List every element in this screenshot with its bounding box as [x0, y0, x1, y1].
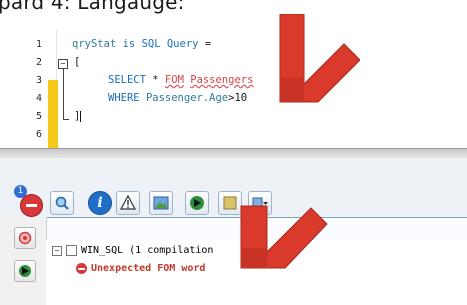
tree-root-label: WIN_SQL (1 compilation [81, 245, 214, 256]
table-name: Passengers [190, 74, 254, 86]
error-token: FOM [164, 74, 184, 86]
code-line-4[interactable]: WHERE Passenger.Age>10 [108, 92, 247, 104]
keyword-select: SELECT [108, 74, 146, 86]
run-button[interactable] [185, 191, 209, 215]
search-icon [55, 196, 69, 210]
warning-button[interactable] [116, 191, 140, 215]
annotation-arrow-top [279, 14, 360, 103]
go-icon [19, 265, 31, 277]
code-line-1[interactable]: qryStat is SQL Query = [72, 38, 211, 50]
line-number: 5 [35, 111, 42, 122]
go-icon [190, 196, 204, 210]
stop-button[interactable] [14, 227, 36, 249]
type-name: SQL Query [141, 38, 199, 50]
image-button[interactable] [149, 191, 173, 215]
stop-icon [18, 231, 32, 245]
changed-lines-marker [48, 80, 58, 156]
caption-text: pard 4: Langauge: [0, 0, 185, 14]
line-number: 4 [35, 93, 42, 104]
picture-icon [153, 196, 169, 210]
keyword-is: is [122, 38, 136, 50]
side-toolbar [0, 217, 47, 305]
error-message: Unexpected FOM word [91, 263, 206, 274]
compilation-errors-pane: 1 i − WIN_SQL (1 compilation Unexpected … [0, 158, 467, 305]
code-line-3[interactable]: SELECT * FOM Passengers [108, 74, 253, 86]
code-editor[interactable]: 1 2 3 4 5 6 − qryStat is SQL Query = [ S… [0, 30, 467, 156]
partial-caption: pard 4: Langauge: [0, 0, 467, 14]
line-number: 6 [35, 129, 42, 140]
warning-icon [120, 195, 136, 210]
search-button[interactable] [50, 191, 74, 215]
tree-root-row[interactable]: − WIN_SQL (1 compilation [52, 245, 213, 256]
star-token: * [152, 74, 159, 86]
field-name: Passenger.Age [145, 92, 229, 104]
line-number: 2 [35, 57, 42, 68]
fold-toggle[interactable]: − [58, 59, 68, 69]
error-row[interactable]: Unexpected FOM word [76, 263, 205, 274]
numeric-literal: 10 [234, 92, 248, 104]
variable-name: qryStat [72, 38, 117, 50]
error-icon [76, 263, 87, 274]
collapse-icon[interactable]: − [52, 245, 62, 256]
line-number: 1 [35, 39, 42, 50]
go-button[interactable] [14, 260, 36, 282]
fold-guide [63, 69, 64, 119]
annotation-arrow-bottom [240, 205, 328, 269]
error-filter-icon[interactable] [20, 194, 43, 217]
code-line-2[interactable]: [ [74, 56, 80, 68]
errors-toolbar: 1 i [0, 158, 467, 217]
node-icon [66, 245, 77, 256]
code-line-5[interactable]: ] [74, 110, 82, 122]
equals-sign: = [204, 38, 212, 50]
line-number: 3 [35, 75, 42, 86]
fold-guide-end [63, 119, 69, 120]
keyword-where: WHERE [108, 92, 140, 104]
error-count-badge: 1 [14, 185, 27, 198]
information-button[interactable]: i [88, 191, 112, 215]
info-icon: i [97, 195, 103, 211]
text-cursor [80, 110, 82, 122]
